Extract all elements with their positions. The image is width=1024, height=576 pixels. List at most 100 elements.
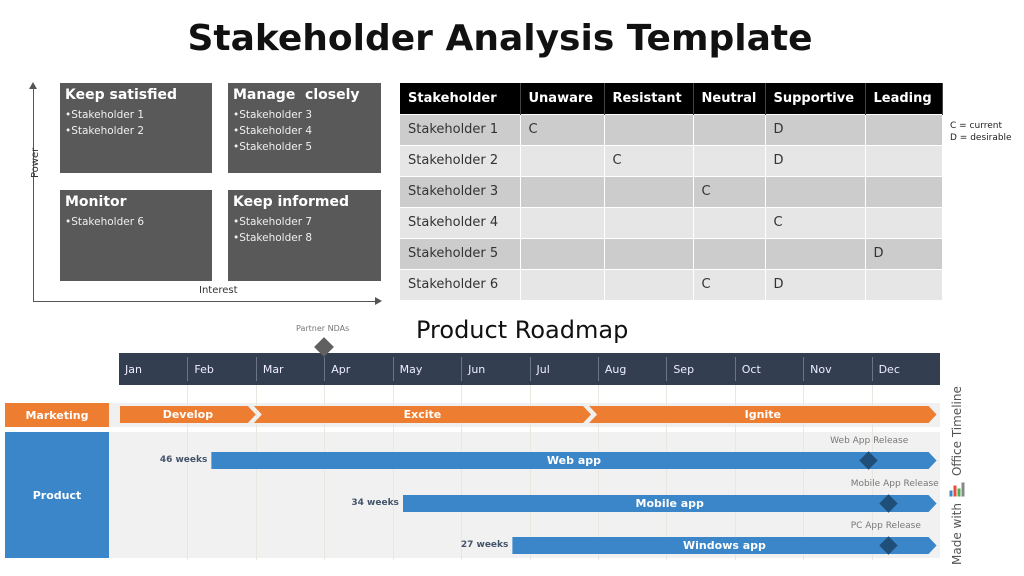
milestone-label: Mobile App Release bbox=[850, 479, 939, 489]
table-row: Stakeholder 1C D bbox=[400, 113, 943, 145]
power-axis-arrow-icon bbox=[29, 82, 37, 89]
stance-cell bbox=[520, 237, 605, 269]
phase-bar[interactable]: Excite bbox=[254, 406, 591, 423]
quadrant-item: Stakeholder 2 bbox=[65, 123, 207, 139]
month-label: Aug bbox=[597, 357, 666, 381]
stance-cell: C bbox=[693, 175, 766, 207]
stance-cell bbox=[604, 175, 694, 207]
stance-cell: D bbox=[765, 268, 866, 300]
stance-cell bbox=[865, 113, 943, 145]
task-duration: 46 weeks bbox=[159, 455, 208, 465]
quadrant-item: Stakeholder 4 bbox=[233, 123, 376, 139]
month-label: Mar bbox=[255, 357, 324, 381]
quadrant-item: Stakeholder 6 bbox=[65, 214, 207, 230]
stakeholder-table: Stakeholder Unaware Resistant Neutral Su… bbox=[400, 83, 943, 300]
milestone-label: PC App Release bbox=[850, 521, 921, 531]
quadrant-item: Stakeholder 5 bbox=[233, 139, 376, 155]
table-header-row: Stakeholder Unaware Resistant Neutral Su… bbox=[400, 83, 943, 114]
stance-cell bbox=[765, 175, 866, 207]
quadrant-title: Keep informed bbox=[233, 194, 349, 210]
stance-cell bbox=[520, 144, 605, 176]
quadrant-item: Stakeholder 3 bbox=[233, 107, 376, 123]
month-label: Nov bbox=[803, 357, 871, 381]
stance-cell bbox=[865, 206, 943, 238]
interest-axis-arrow-icon bbox=[375, 297, 382, 305]
interest-axis-label: Interest bbox=[199, 285, 238, 296]
column-header: Neutral bbox=[693, 83, 766, 114]
stakeholder-name-cell: Stakeholder 2 bbox=[400, 144, 521, 176]
month-label: Jan bbox=[125, 363, 142, 376]
quadrant-keep-informed: Keep informed Stakeholder 7 Stakeholder … bbox=[228, 190, 381, 281]
quadrant-title: Monitor bbox=[65, 194, 127, 210]
milestone-label: Partner NDAs bbox=[296, 324, 350, 333]
phase-bar[interactable]: Ignite bbox=[589, 406, 937, 423]
stance-cell bbox=[693, 237, 766, 269]
stance-cell bbox=[865, 144, 943, 176]
month-label: Dec bbox=[871, 357, 940, 381]
task-bar[interactable]: Web app bbox=[211, 452, 936, 469]
quadrant-item: Stakeholder 1 bbox=[65, 107, 207, 123]
quadrant-title: Keep satisfied bbox=[65, 87, 177, 103]
branding-name: Office Timeline bbox=[950, 386, 964, 477]
task-bar[interactable]: Mobile app bbox=[403, 495, 937, 512]
column-header: Resistant bbox=[604, 83, 694, 114]
table-row: Stakeholder 4 C bbox=[400, 206, 943, 238]
stakeholder-name-cell: Stakeholder 5 bbox=[400, 237, 521, 269]
table-row: Stakeholder 3 C bbox=[400, 175, 943, 207]
quadrant-monitor: Monitor Stakeholder 6 bbox=[60, 190, 212, 281]
quadrant-title: Manage closely bbox=[233, 87, 360, 103]
month-label: Oct bbox=[734, 357, 803, 381]
stance-cell bbox=[520, 268, 605, 300]
month-label: May bbox=[392, 357, 461, 381]
swimlane-product[interactable]: Product bbox=[5, 432, 109, 558]
stance-cell bbox=[693, 144, 766, 176]
stance-cell bbox=[693, 206, 766, 238]
gridline bbox=[255, 385, 257, 560]
table-row: Stakeholder 5 D bbox=[400, 237, 943, 269]
legend-desirable: D = desirable bbox=[950, 133, 1012, 143]
legend-current: C = current bbox=[950, 121, 1003, 131]
task-bar[interactable]: Windows app bbox=[512, 537, 936, 554]
stance-cell: D bbox=[765, 144, 866, 176]
stance-cell bbox=[604, 113, 694, 145]
stakeholder-name-cell: Stakeholder 3 bbox=[400, 175, 521, 207]
stance-cell bbox=[604, 206, 694, 238]
stance-cell bbox=[765, 237, 866, 269]
phase-bar[interactable]: Develop bbox=[120, 406, 256, 423]
month-label: Jul bbox=[529, 357, 598, 381]
column-header: Supportive bbox=[765, 83, 866, 114]
stakeholder-name-cell: Stakeholder 1 bbox=[400, 113, 521, 145]
stance-cell bbox=[520, 206, 605, 238]
stance-cell: C bbox=[765, 206, 866, 238]
milestone-label: Web App Release bbox=[830, 436, 909, 446]
task-duration: 34 weeks bbox=[351, 498, 399, 508]
column-header: Leading bbox=[865, 83, 943, 114]
interest-axis bbox=[33, 301, 376, 302]
month-label: Feb bbox=[187, 357, 255, 381]
branding: Made with Office Timeline bbox=[949, 386, 965, 565]
task-duration: 27 weeks bbox=[460, 540, 509, 550]
swimlane-marketing[interactable]: Marketing bbox=[5, 403, 109, 427]
stance-cell: C bbox=[604, 144, 694, 176]
stance-cell bbox=[693, 113, 766, 145]
column-header: Stakeholder bbox=[400, 83, 521, 114]
table-row: Stakeholder 6 CD bbox=[400, 268, 943, 300]
stance-cell bbox=[604, 237, 694, 269]
quadrant-item: Stakeholder 7 bbox=[233, 214, 376, 230]
roadmap-title: Product Roadmap bbox=[416, 316, 629, 344]
stance-cell bbox=[865, 268, 943, 300]
column-header: Unaware bbox=[520, 83, 605, 114]
stance-cell: D bbox=[865, 237, 943, 269]
stance-cell bbox=[520, 175, 605, 207]
stakeholder-name-cell: Stakeholder 6 bbox=[400, 268, 521, 300]
stance-cell: C bbox=[520, 113, 605, 145]
month-label: Apr bbox=[324, 357, 392, 381]
stakeholder-name-cell: Stakeholder 4 bbox=[400, 206, 521, 238]
table-row: Stakeholder 2 C D bbox=[400, 144, 943, 176]
power-axis-label: Power bbox=[30, 147, 41, 178]
stance-cell: C bbox=[693, 268, 766, 300]
stance-cell: D bbox=[765, 113, 866, 145]
branding-prefix: Made with bbox=[950, 503, 964, 565]
office-timeline-logo-icon bbox=[949, 482, 965, 497]
month-header-bar: Jan Feb Mar Apr May Jun Jul Aug Sep Oct Nov Dec bbox=[119, 353, 940, 385]
